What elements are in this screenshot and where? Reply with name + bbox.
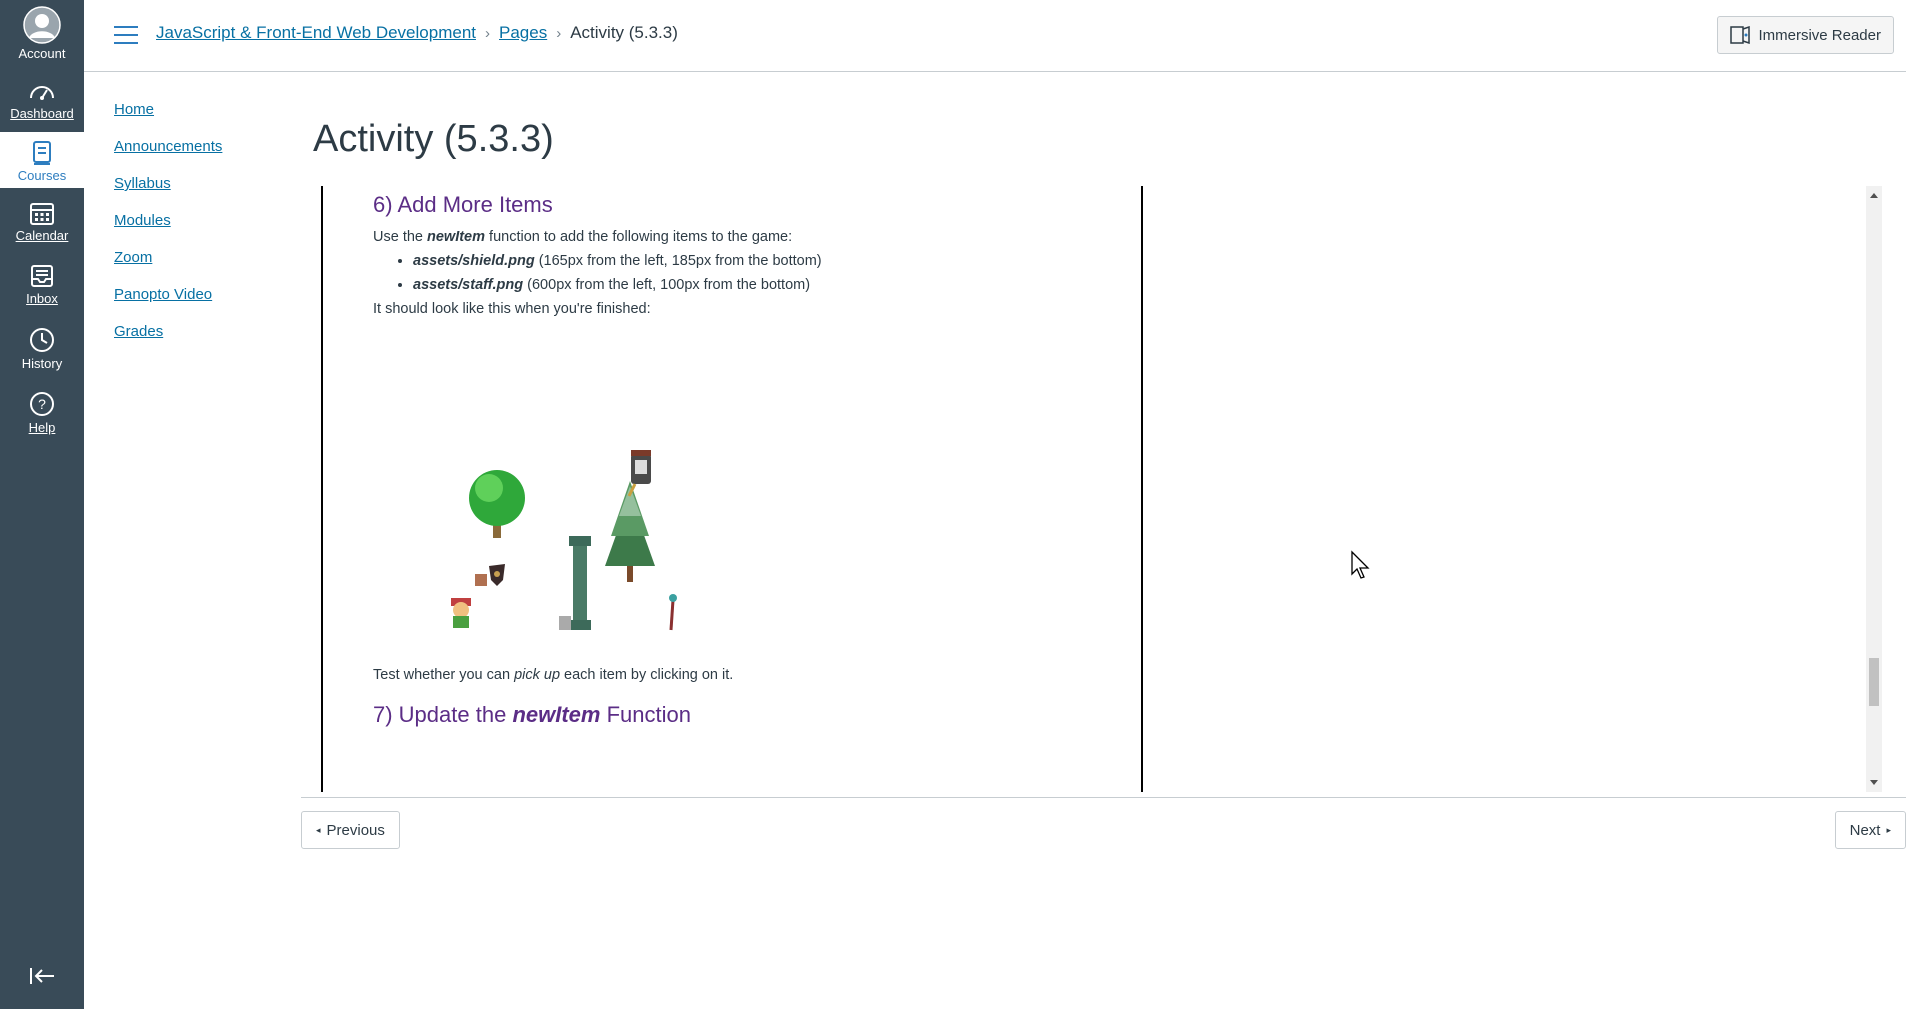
- breadcrumb-current: Activity (5.3.3): [570, 23, 678, 42]
- history-label: History: [21, 356, 63, 371]
- test-text: Test whether you can: [373, 667, 515, 683]
- pillar-sprite: [559, 536, 591, 630]
- game-scene-image: [451, 450, 677, 631]
- scroll-up-arrow-icon[interactable]: [1870, 193, 1878, 198]
- svg-text:?: ?: [38, 396, 46, 412]
- test-text-end: each item by clicking on it.: [560, 667, 734, 683]
- calendar-icon: [30, 203, 54, 225]
- player-sprite: [451, 598, 471, 628]
- collapse-arrow-icon: [30, 968, 54, 984]
- shield-desc: (165px from the left, 185px from the bot…: [534, 253, 822, 269]
- game-screenshot: [373, 326, 693, 666]
- course-nav-announcements[interactable]: Announcements: [114, 137, 222, 157]
- avatar-icon: [23, 6, 61, 44]
- intro-paragraph: Use the newItem function to add the foll…: [373, 228, 1133, 246]
- inbox-nav-item[interactable]: Inbox: [0, 263, 84, 306]
- course-nav-grades[interactable]: Grades: [114, 322, 222, 342]
- course-nav-syllabus[interactable]: Syllabus: [114, 174, 222, 194]
- shield-file: assets/shield.png: [413, 253, 535, 269]
- breadcrumb-separator: ›: [556, 25, 562, 42]
- calendar-nav-item[interactable]: Calendar: [0, 200, 84, 243]
- section-6-heading: 6) Add More Items: [373, 192, 553, 217]
- help-icon: ?: [30, 392, 54, 416]
- finished-text: It should look like this when you're fin…: [373, 301, 651, 317]
- newitem-code: newItem: [427, 229, 486, 245]
- menu-toggle-icon[interactable]: [114, 26, 138, 46]
- scroll-down-arrow-icon[interactable]: [1870, 780, 1878, 785]
- lantern-sprite: [627, 450, 651, 497]
- immersive-reader-button[interactable]: Immersive Reader: [1717, 16, 1894, 54]
- previous-button[interactable]: ◂ Previous: [301, 811, 400, 849]
- divider: [301, 797, 1906, 798]
- intro-text: Use the: [373, 229, 427, 245]
- staff-desc: (600px from the left, 100px from the bot…: [523, 277, 811, 293]
- test-emphasis: pick up: [514, 667, 561, 683]
- immersive-reader-label: Immersive Reader: [1758, 26, 1881, 44]
- history-icon: [30, 328, 54, 352]
- breadcrumb-course-link[interactable]: JavaScript & Front-End Web Development: [156, 23, 476, 42]
- immersive-reader-icon: [1730, 26, 1751, 44]
- course-nav-panopto-video[interactable]: Panopto Video: [114, 285, 222, 305]
- course-nav-home[interactable]: Home: [114, 100, 222, 120]
- course-nav-zoom[interactable]: Zoom: [114, 248, 222, 268]
- scrollbar-thumb[interactable]: [1869, 658, 1879, 706]
- staff-file: assets/staff.png: [413, 277, 524, 293]
- content-iframe[interactable]: 6) Add More Items Use the newItem functi…: [321, 186, 1143, 792]
- account-nav-item[interactable]: Account: [0, 6, 84, 61]
- previous-label: Previous: [326, 821, 385, 839]
- items-list: assets/shield.png (165px from the left, …: [373, 252, 1133, 294]
- history-nav-item[interactable]: History: [0, 326, 84, 371]
- global-nav: Account Dashboard Courses Calendar Inbox…: [0, 0, 84, 1009]
- caret-right-icon: ▸: [1886, 824, 1891, 835]
- course-nav: Home Announcements Syllabus Modules Zoom…: [114, 100, 222, 359]
- section-7-text-end: Function: [600, 702, 691, 727]
- section-7-text: 7) Update the: [373, 702, 513, 727]
- section-7-heading: 7) Update the newItem Function: [373, 702, 1133, 728]
- courses-icon: [33, 141, 51, 165]
- dashboard-icon: [30, 86, 54, 100]
- page-title: Activity (5.3.3): [313, 118, 554, 160]
- list-item: assets/shield.png (165px from the left, …: [413, 252, 1133, 270]
- breadcrumb: JavaScript & Front-End Web Development › P…: [156, 23, 678, 43]
- caret-left-icon: ◂: [316, 824, 321, 835]
- breadcrumb-separator: ›: [485, 25, 490, 42]
- courses-nav-item[interactable]: Courses: [0, 132, 84, 188]
- inbox-label: Inbox: [26, 291, 58, 306]
- calendar-label: Calendar: [15, 228, 69, 243]
- help-nav-item[interactable]: ? Help: [0, 390, 84, 435]
- section-7-code: newItem: [512, 702, 601, 727]
- page-header: JavaScript & Front-End Web Development › P…: [84, 0, 1906, 72]
- round-tree-sprite: [469, 470, 525, 538]
- activity-content: 6) Add More Items Use the newItem functi…: [373, 186, 1133, 738]
- test-paragraph: Test whether you can pick up each item b…: [373, 666, 1133, 684]
- collapse-nav-button[interactable]: [0, 966, 84, 991]
- dashboard-label: Dashboard: [10, 106, 74, 121]
- list-item: assets/staff.png (600px from the left, 1…: [413, 276, 1133, 294]
- mouse-pointer-icon: [1351, 550, 1370, 579]
- help-label: Help: [28, 420, 56, 435]
- intro-text-end: function to add the following items to t…: [485, 229, 793, 245]
- next-button[interactable]: Next ▸: [1834, 811, 1906, 849]
- account-label: Account: [18, 46, 66, 61]
- content-scrollbar[interactable]: [1866, 186, 1882, 792]
- next-label: Next: [1849, 821, 1881, 839]
- dashboard-nav-item[interactable]: Dashboard: [0, 80, 84, 121]
- courses-label: Courses: [17, 168, 67, 183]
- shield-sprite: [475, 564, 505, 586]
- course-nav-modules[interactable]: Modules: [114, 211, 222, 231]
- breadcrumb-pages-link[interactable]: Pages: [499, 23, 547, 42]
- staff-sprite: [669, 594, 677, 631]
- inbox-icon: [31, 265, 53, 287]
